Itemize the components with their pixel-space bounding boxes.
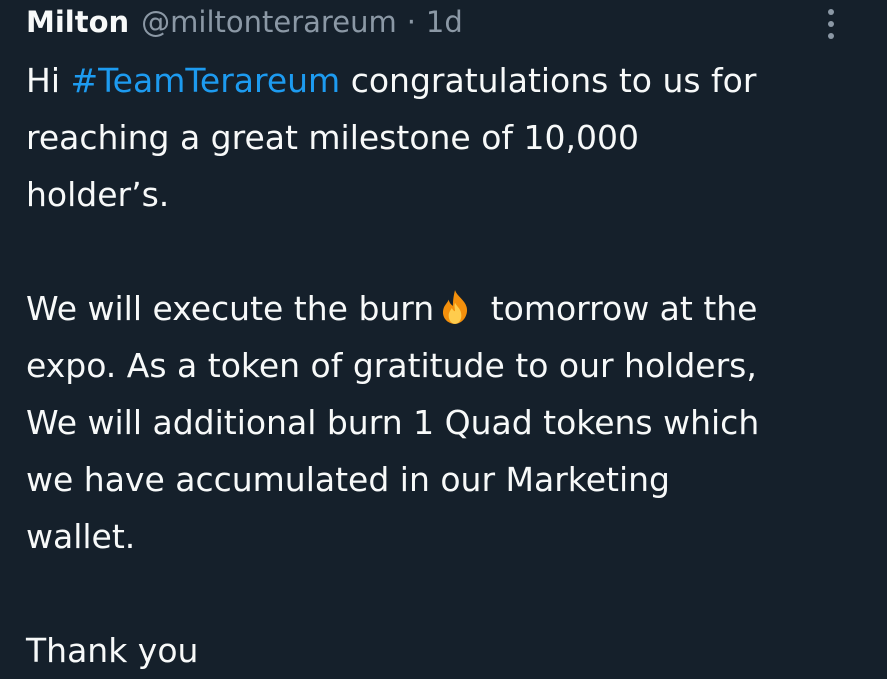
tweet-line: We will execute the burn tomorrow at the <box>26 280 876 337</box>
tweet-line: reaching a great milestone of 10,000 <box>26 118 639 157</box>
vertical-dots-icon <box>828 33 834 39</box>
tweet-text-segment: tomorrow at the <box>480 289 758 328</box>
tweet-line: Hi #TeamTerareum congratulations to us f… <box>26 52 876 109</box>
tweet-text-segment: congratulations to us for <box>340 61 757 100</box>
fire-emoji-icon <box>443 290 468 324</box>
tweet-header: Milton @miltonterareum · 1d <box>26 0 463 44</box>
vertical-dots-icon <box>828 9 834 15</box>
tweet-line: We will additional burn 1 Quad tokens wh… <box>26 403 760 442</box>
tweet-line: wallet. <box>26 517 136 556</box>
tweet-text-segment: We will execute the burn <box>26 289 435 328</box>
tweet: Milton @miltonterareum · 1d Hi #TeamTera… <box>0 0 887 675</box>
author-handle[interactable]: @miltonterareum <box>141 0 397 44</box>
tweet-line: expo. As a token of gratitude to our hol… <box>26 346 757 385</box>
hashtag-link[interactable]: #TeamTerareum <box>70 61 340 100</box>
tweet-line: Thank you <box>26 631 199 670</box>
author-name[interactable]: Milton <box>26 0 129 44</box>
tweet-line: we have accumulated in our Marketing <box>26 460 670 499</box>
header-separator: · <box>406 5 416 39</box>
more-options-button[interactable] <box>814 2 848 46</box>
tweet-text-segment: Hi <box>26 61 71 100</box>
paragraph-break <box>26 565 876 622</box>
paragraph-break <box>26 223 876 280</box>
vertical-dots-icon <box>828 21 834 27</box>
tweet-text: Hi #TeamTerareum congratulations to us f… <box>26 52 876 679</box>
tweet-timestamp[interactable]: 1d <box>426 0 463 44</box>
tweet-line: holder’s. <box>26 175 170 214</box>
